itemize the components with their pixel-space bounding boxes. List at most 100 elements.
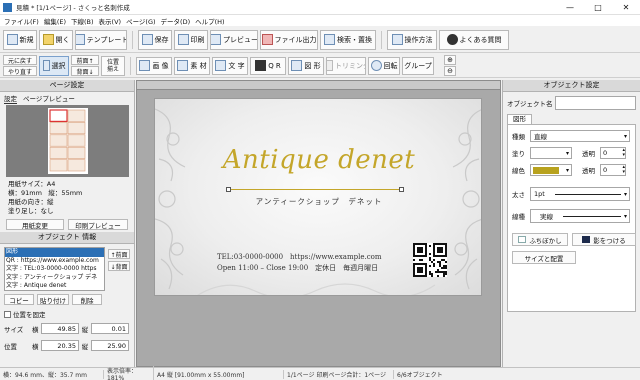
card-slot[interactable]: [67, 122, 86, 135]
style-select[interactable]: 実線 ▾: [530, 209, 630, 223]
status-paper: A4 縦 [91.00mm x 55.00mm]: [154, 369, 284, 379]
object-back-button[interactable]: ↓背面: [108, 261, 130, 271]
menu-help[interactable]: ヘルプ(H): [195, 16, 224, 26]
card-contact[interactable]: TEL:03-0000-0000 https://www.example.com: [217, 252, 381, 262]
position-y-field[interactable]: 25.90: [91, 340, 129, 351]
qr-module: [429, 265, 431, 267]
paper-info: 用紙サイズ：A4 横：91mm 縦：55mm 用紙の向き：縦 塗り足し：なし: [0, 178, 134, 218]
change-paper-button[interactable]: 用紙変更: [6, 219, 64, 230]
group-button[interactable]: グループ: [402, 56, 434, 75]
menu-page[interactable]: ページ(G): [126, 16, 155, 26]
menu-underline[interactable]: 下線(B): [71, 16, 94, 26]
add-shadow-button[interactable]: 影をつける: [572, 233, 636, 246]
card-slot[interactable]: [67, 109, 86, 122]
position-x-field[interactable]: 20.35: [41, 340, 79, 351]
card-hours[interactable]: Open 11:00 – Close 19:00 定休日 毎週月曜日: [217, 263, 378, 273]
list-item[interactable]: 文字 : Antique denet: [5, 282, 104, 290]
card-slot[interactable]: [49, 134, 68, 147]
faq-button[interactable]: よくある質問: [439, 29, 509, 50]
line-alpha-stepper[interactable]: 0 ▴ ▾: [600, 164, 626, 176]
align-button[interactable]: 位置 揃え: [101, 55, 125, 76]
size-height-field[interactable]: 0.01: [91, 323, 129, 334]
toolbar-separator: [130, 56, 131, 75]
cursor-icon: [42, 60, 50, 71]
open-button[interactable]: 開く: [39, 29, 73, 50]
text-button[interactable]: 文 字: [212, 56, 248, 75]
object-name-label: オブジェクト名: [507, 100, 553, 108]
qr-code[interactable]: [413, 243, 447, 277]
type-select[interactable]: 直線 ▾: [530, 130, 630, 142]
bring-front-button[interactable]: 前面↑: [71, 55, 99, 65]
card-slot[interactable]: [49, 109, 68, 122]
preview-button[interactable]: プレビュー: [210, 29, 258, 50]
fix-position-checkbox[interactable]: [4, 310, 11, 318]
position-label: 位置: [4, 342, 17, 351]
menu-file[interactable]: ファイル(F): [4, 16, 39, 26]
object-list[interactable]: 図形 QR : https://www.example.com 文字 : TEL…: [4, 247, 105, 291]
business-card[interactable]: Antique denet アンティークショップ デネット TEL:03-000…: [154, 98, 482, 296]
canvas-area[interactable]: Antique denet アンティークショップ デネット TEL:03-000…: [136, 80, 501, 367]
menu-bar: ファイル(F) 編集(E) 下線(B) 表示(V) ページ(G) データ(D) …: [0, 15, 640, 26]
close-button[interactable]: ✕: [612, 3, 640, 12]
send-back-button[interactable]: 背面↓: [71, 66, 99, 76]
card-slot[interactable]: [67, 134, 86, 147]
selected-line[interactable]: [229, 189, 401, 190]
size-position-button[interactable]: サイズと配置: [512, 251, 576, 264]
redo-button[interactable]: やり直す: [3, 66, 37, 76]
main-toolbar: 新規 開く テンプレート 保存 印刷 プレビュー ファイル出力 検索・置換 操作…: [0, 27, 640, 53]
chevron-down-icon: ▾: [565, 166, 569, 174]
width-select[interactable]: 1pt ▾: [530, 187, 630, 201]
blur-edge-button[interactable]: ふちぼかし: [512, 233, 568, 246]
new-button[interactable]: 新規: [3, 29, 37, 50]
line-color-select[interactable]: ▾: [530, 164, 572, 176]
card-title[interactable]: Antique denet: [155, 145, 481, 175]
list-item[interactable]: 図形: [5, 248, 104, 257]
rotate-button[interactable]: 回転: [368, 56, 400, 75]
paste-button[interactable]: 貼り付け: [37, 294, 69, 305]
copy-button[interactable]: コピー: [4, 294, 34, 305]
qr-button[interactable]: Q R: [250, 56, 286, 75]
material-button[interactable]: 素 材: [174, 56, 210, 75]
zoom-in-button[interactable]: ⊕: [444, 55, 456, 65]
card-slot[interactable]: [49, 159, 68, 172]
tab-shape[interactable]: 図形: [507, 114, 532, 124]
undo-button[interactable]: 元に戻す: [3, 55, 37, 65]
card-slot[interactable]: [49, 146, 68, 159]
delete-button[interactable]: 削除: [72, 294, 102, 305]
fill-alpha-stepper[interactable]: 0 ▴ ▾: [600, 147, 626, 159]
maximize-button[interactable]: □: [584, 3, 612, 12]
zoom-out-button[interactable]: ⊖: [444, 66, 456, 76]
card-slot[interactable]: [67, 146, 86, 159]
card-slot[interactable]: [67, 159, 86, 172]
image-button[interactable]: 画 像: [136, 56, 172, 75]
list-item[interactable]: 文字 : TEL:03-0000-0000 https: [5, 265, 104, 274]
card-subtitle[interactable]: アンティークショップ デネット: [155, 196, 481, 207]
menu-view[interactable]: 表示(V): [99, 16, 122, 26]
minimize-button[interactable]: —: [556, 3, 584, 12]
print-button[interactable]: 印刷: [174, 29, 208, 50]
list-item[interactable]: QR : https://www.example.com: [5, 257, 104, 266]
tab-settings[interactable]: 設定: [4, 93, 17, 104]
menu-edit[interactable]: 編集(E): [44, 16, 66, 26]
search-replace-button[interactable]: 検索・置換: [320, 29, 376, 50]
selection-handle[interactable]: [226, 187, 231, 192]
print-preview-button[interactable]: 印刷プレビュー: [68, 219, 128, 230]
object-name-field[interactable]: [554, 96, 636, 110]
tab-page-preview[interactable]: ページプレビュー: [23, 93, 75, 103]
template-button[interactable]: テンプレート: [75, 29, 127, 50]
trimming-button[interactable]: トリミング: [326, 56, 366, 75]
qr-icon: [255, 60, 267, 71]
shape-button[interactable]: 図 形: [288, 56, 324, 75]
menu-data[interactable]: データ(D): [161, 16, 191, 26]
file-output-button[interactable]: ファイル出力: [260, 29, 318, 50]
card-slot[interactable]: [49, 122, 68, 135]
blur-icon: [518, 236, 527, 243]
howto-button[interactable]: 操作方法: [387, 29, 437, 50]
help-book-icon: [391, 34, 403, 45]
select-button[interactable]: 選択: [39, 55, 69, 76]
object-front-button[interactable]: ↑前面: [108, 249, 130, 259]
size-width-field[interactable]: 49.85: [41, 323, 79, 334]
save-button[interactable]: 保存: [138, 29, 172, 50]
selection-handle[interactable]: [399, 187, 404, 192]
fill-color-select[interactable]: ▾: [530, 147, 572, 159]
